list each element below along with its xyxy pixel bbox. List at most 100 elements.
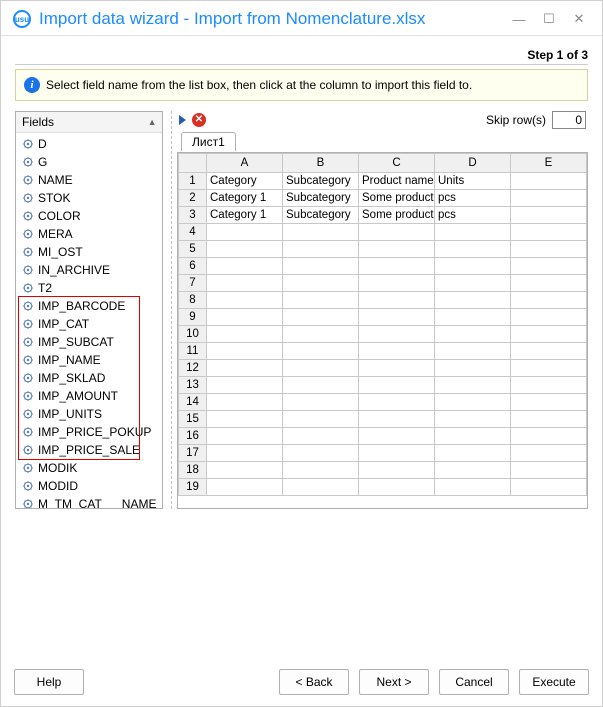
grid-cell[interactable] xyxy=(435,377,511,394)
field-item[interactable]: IMP_SKLAD xyxy=(16,369,162,387)
grid-cell[interactable] xyxy=(207,309,283,326)
grid-cell[interactable] xyxy=(283,224,359,241)
row-header[interactable]: 4 xyxy=(179,224,207,241)
grid-cell[interactable] xyxy=(511,241,587,258)
grid-cell[interactable] xyxy=(207,224,283,241)
row-header[interactable]: 9 xyxy=(179,309,207,326)
grid-cell[interactable] xyxy=(511,428,587,445)
play-icon[interactable] xyxy=(179,115,186,125)
grid-cell[interactable]: pcs xyxy=(435,207,511,224)
grid-cell[interactable] xyxy=(207,360,283,377)
row-header[interactable]: 15 xyxy=(179,411,207,428)
splitter[interactable] xyxy=(169,111,171,509)
grid-cell[interactable]: Category 1 xyxy=(207,190,283,207)
grid-cell[interactable] xyxy=(283,360,359,377)
cancel-button[interactable]: Cancel xyxy=(439,669,509,695)
grid-cell[interactable] xyxy=(283,428,359,445)
row-header[interactable]: 3 xyxy=(179,207,207,224)
grid-cell[interactable] xyxy=(207,326,283,343)
grid-cell[interactable] xyxy=(359,292,435,309)
grid-cell[interactable] xyxy=(359,275,435,292)
field-item[interactable]: IMP_PRICE_POKUP xyxy=(16,423,162,441)
column-header[interactable]: E xyxy=(511,154,587,173)
field-item[interactable]: NAME xyxy=(16,171,162,189)
help-button[interactable]: Help xyxy=(14,669,84,695)
row-header[interactable]: 10 xyxy=(179,326,207,343)
grid-cell[interactable] xyxy=(435,445,511,462)
grid-cell[interactable] xyxy=(283,292,359,309)
grid-cell[interactable] xyxy=(283,309,359,326)
field-item[interactable]: M_TM_CAT___NAME xyxy=(16,495,162,508)
field-item[interactable]: MI_OST xyxy=(16,243,162,261)
field-item[interactable]: IMP_SUBCAT xyxy=(16,333,162,351)
grid-cell[interactable] xyxy=(511,275,587,292)
grid-cell[interactable] xyxy=(207,275,283,292)
field-item[interactable]: COLOR xyxy=(16,207,162,225)
grid-cell[interactable]: Units xyxy=(435,173,511,190)
grid-cell[interactable]: Some product xyxy=(359,190,435,207)
grid-cell[interactable] xyxy=(207,445,283,462)
field-item[interactable]: MERA xyxy=(16,225,162,243)
grid-cell[interactable] xyxy=(207,241,283,258)
field-item[interactable]: MODIK xyxy=(16,459,162,477)
tab-sheet1[interactable]: Лист1 xyxy=(181,132,236,151)
column-header[interactable]: C xyxy=(359,154,435,173)
grid-cell[interactable] xyxy=(283,411,359,428)
grid-cell[interactable] xyxy=(283,343,359,360)
grid-cell[interactable] xyxy=(283,275,359,292)
grid-cell[interactable] xyxy=(511,394,587,411)
grid-cell[interactable] xyxy=(511,377,587,394)
field-item[interactable]: IMP_BARCODE xyxy=(16,297,162,315)
grid-corner[interactable] xyxy=(179,154,207,173)
clear-icon[interactable]: ✕ xyxy=(192,113,206,127)
grid-cell[interactable]: Category 1 xyxy=(207,207,283,224)
row-header[interactable]: 1 xyxy=(179,173,207,190)
row-header[interactable]: 7 xyxy=(179,275,207,292)
grid-cell[interactable] xyxy=(359,394,435,411)
grid-cell[interactable] xyxy=(435,411,511,428)
grid-cell[interactable] xyxy=(359,479,435,496)
row-header[interactable]: 5 xyxy=(179,241,207,258)
grid-cell[interactable]: Subcategory xyxy=(283,190,359,207)
grid-cell[interactable] xyxy=(435,360,511,377)
field-item[interactable]: IMP_NAME xyxy=(16,351,162,369)
field-item[interactable]: IMP_UNITS xyxy=(16,405,162,423)
field-item[interactable]: T2 xyxy=(16,279,162,297)
maximize-button[interactable]: ☐ xyxy=(538,10,560,28)
grid-cell[interactable] xyxy=(511,224,587,241)
grid-cell[interactable] xyxy=(359,326,435,343)
grid-cell[interactable]: Category xyxy=(207,173,283,190)
grid-cell[interactable] xyxy=(207,394,283,411)
grid-cell[interactable] xyxy=(283,394,359,411)
grid-cell[interactable] xyxy=(511,292,587,309)
grid-cell[interactable] xyxy=(207,292,283,309)
grid-cell[interactable] xyxy=(283,377,359,394)
grid-cell[interactable] xyxy=(435,224,511,241)
grid-cell[interactable] xyxy=(359,360,435,377)
row-header[interactable]: 17 xyxy=(179,445,207,462)
field-item[interactable]: IMP_PRICE_SALE xyxy=(16,441,162,459)
grid-cell[interactable] xyxy=(359,428,435,445)
grid-cell[interactable] xyxy=(511,343,587,360)
column-header[interactable]: D xyxy=(435,154,511,173)
grid-cell[interactable] xyxy=(435,275,511,292)
grid-cell[interactable] xyxy=(511,207,587,224)
minimize-button[interactable]: — xyxy=(508,10,530,28)
grid-cell[interactable] xyxy=(435,258,511,275)
row-header[interactable]: 12 xyxy=(179,360,207,377)
grid-cell[interactable]: Some product xyxy=(359,207,435,224)
grid-cell[interactable] xyxy=(359,445,435,462)
grid-cell[interactable] xyxy=(511,411,587,428)
grid-cell[interactable] xyxy=(511,462,587,479)
grid-cell[interactable] xyxy=(435,292,511,309)
back-button[interactable]: < Back xyxy=(279,669,349,695)
grid-cell[interactable] xyxy=(359,343,435,360)
spreadsheet-grid[interactable]: ABCDE1CategorySubcategoryProduct nameUni… xyxy=(177,152,588,509)
grid-cell[interactable] xyxy=(207,343,283,360)
grid-cell[interactable] xyxy=(283,445,359,462)
grid-cell[interactable] xyxy=(359,309,435,326)
grid-cell[interactable] xyxy=(511,190,587,207)
field-item[interactable]: IMP_CAT xyxy=(16,315,162,333)
chevron-up-icon[interactable]: ▲ xyxy=(148,117,157,127)
grid-cell[interactable] xyxy=(207,462,283,479)
